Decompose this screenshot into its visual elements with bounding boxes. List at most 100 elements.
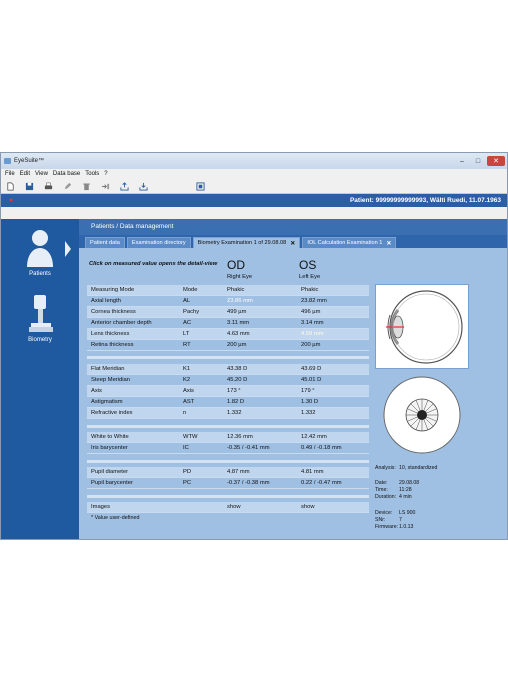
export-icon[interactable] [119, 181, 129, 191]
tab-patient-data[interactable]: Patient data [85, 237, 125, 248]
table-row[interactable]: Pupil diameter PD 4.87 mm 4.81 mm [87, 467, 369, 478]
minimize-button[interactable]: – [455, 156, 469, 166]
menu-file[interactable]: File [5, 171, 15, 177]
table-row[interactable]: Anterior chamber depth AC 3.11 mm 3.14 mm [87, 318, 369, 329]
menu-view[interactable]: View [35, 171, 48, 177]
od-value[interactable]: -0.35 / -0.41 mm [227, 445, 301, 451]
os-value[interactable]: 0.22 / -0.47 mm [301, 480, 369, 486]
menu-bar: File Edit View Data base Tools ? [1, 169, 507, 179]
edit-icon[interactable] [62, 181, 72, 191]
table-row[interactable]: Flat Meridian K1 43.38 D 43.69 D [87, 364, 369, 375]
od-title: OD [227, 258, 245, 272]
table-row[interactable]: Iris barycenter IC -0.35 / -0.41 mm 0.49 / … [87, 443, 369, 454]
menu-edit[interactable]: Edit [20, 171, 30, 177]
alert-icon[interactable]: ● [1, 197, 19, 204]
table-row[interactable]: Astigmatism AST 1.82 D 1.30 D [87, 397, 369, 408]
os-subtitle: Left Eye [299, 274, 321, 280]
table-row[interactable]: Steep Meridian K2 45.20 D 45.01 D [87, 375, 369, 386]
table-row[interactable]: Lens thickness LT 4.63 mm 4.59 mm [87, 329, 369, 340]
analysis-value: 10, standardized [399, 464, 438, 471]
od-value[interactable]: 200 µm [227, 342, 301, 348]
os-value[interactable]: 200 µm [301, 342, 369, 348]
os-value: Phakic [301, 287, 319, 293]
fullscreen-icon[interactable] [195, 181, 205, 191]
os-value[interactable]: 23.82 mm [301, 298, 369, 304]
sidebar-item-biometry[interactable]: Biometry [1, 293, 79, 343]
os-value[interactable]: 179 ° [301, 388, 369, 394]
od-value[interactable]: 4.87 mm [227, 469, 301, 475]
print-icon[interactable] [43, 181, 53, 191]
os-value[interactable]: 45.01 D [301, 377, 369, 383]
table-row[interactable]: Axial length AL 23.86 mm 23.82 mm [87, 296, 369, 307]
os-value[interactable]: 3.14 mm [301, 320, 369, 326]
od-value[interactable]: 43.38 D [227, 366, 301, 372]
od-value[interactable]: 12.36 mm [227, 434, 301, 440]
sidebar-item-patients[interactable]: Patients [1, 227, 79, 277]
new-document-icon[interactable] [5, 181, 15, 191]
save-icon[interactable] [24, 181, 34, 191]
transfer-icon[interactable] [100, 181, 110, 191]
close-window-button[interactable]: ✕ [487, 156, 505, 166]
time-value: 11:28 [399, 486, 412, 493]
od-value[interactable]: 23.86 mm [227, 298, 301, 304]
os-value[interactable]: 4.59 mm [301, 331, 369, 337]
table-row[interactable]: Axis Axis 173 ° 179 ° [87, 386, 369, 397]
import-icon[interactable] [138, 181, 148, 191]
od-value[interactable]: 3.11 mm [227, 320, 301, 326]
show-images-os-link[interactable]: show [301, 504, 369, 510]
menu-database[interactable]: Data base [53, 171, 80, 177]
row-mode: K1 [183, 366, 191, 372]
row-mode: Axis [183, 388, 194, 394]
os-value[interactable]: 12.42 mm [301, 434, 369, 440]
firmware-label: Firmware: [375, 523, 399, 530]
eye-cross-section-diagram[interactable] [375, 284, 469, 369]
table-row[interactable]: Pupil barycenter PC -0.37 / -0.38 mm 0.22 /… [87, 478, 369, 489]
pupil-view-diagram[interactable] [375, 375, 469, 455]
od-value[interactable]: 45.20 D [227, 377, 301, 383]
table-row[interactable]: Images show show [87, 502, 369, 513]
table-row[interactable]: Cornea thickness Pachy 499 µm 496 µm [87, 307, 369, 318]
tab-label: Biometry Examination 1 of 29.08.08 [197, 240, 287, 246]
os-value[interactable]: 1.30 D [301, 399, 369, 405]
device-info: Device: LS 900 SNr: 7 Firmware: 1.0.13 [375, 509, 415, 530]
os-value[interactable]: 496 µm [301, 309, 369, 315]
tab-biometry-examination[interactable]: Biometry Examination 1 of 29.08.08 ✕ [192, 237, 301, 248]
row-mode: IC [183, 445, 189, 451]
os-value[interactable]: 1.332 [301, 410, 369, 416]
row-mode: AST [183, 399, 195, 405]
od-value[interactable]: -0.37 / -0.38 mm [227, 480, 301, 486]
sidebar-label-patients: Patients [29, 271, 51, 277]
row-name: Measuring Mode [91, 287, 135, 293]
os-value[interactable]: 4.81 mm [301, 469, 369, 475]
app-icon [4, 158, 11, 164]
menu-help[interactable]: ? [104, 171, 107, 177]
firmware-value: 1.0.13 [399, 523, 414, 530]
time-label: Time: [375, 486, 388, 493]
row-mode: RT [183, 342, 191, 348]
row-mode: Pachy [183, 309, 200, 315]
row-mode: PD [183, 469, 192, 475]
maximize-button[interactable]: □ [471, 156, 485, 166]
os-value[interactable]: 43.69 D [301, 366, 369, 372]
analysis-label: Analysis: [375, 464, 396, 471]
toolbar [1, 179, 507, 194]
od-subtitle: Right Eye [227, 274, 253, 280]
os-value[interactable]: 0.49 / -0.18 mm [301, 445, 369, 451]
eye-front-view-icon [383, 376, 461, 454]
table-row[interactable]: White to White WTW 12.36 mm 12.42 mm [87, 432, 369, 443]
table-row[interactable]: Refractive index n 1.332 1.332 [87, 408, 369, 419]
od-value[interactable]: 499 µm [227, 309, 301, 315]
table-row[interactable]: Retina thickness RT 200 µm 200 µm [87, 340, 369, 351]
delete-icon[interactable] [81, 181, 91, 191]
show-images-od-link[interactable]: show [227, 504, 301, 510]
tab-iol-calculation[interactable]: IOL Calculation Examination 1 ✕ [302, 237, 397, 248]
menu-tools[interactable]: Tools [85, 171, 99, 177]
od-value[interactable]: 173 ° [227, 388, 301, 394]
tab-examination-directory[interactable]: Examination directory [126, 237, 191, 248]
od-value[interactable]: 1.82 D [227, 399, 301, 405]
od-value[interactable]: 1.332 [227, 410, 301, 416]
close-tab-icon[interactable]: ✕ [386, 240, 391, 247]
divider [87, 460, 369, 463]
od-value[interactable]: 4.63 mm [227, 331, 301, 337]
close-tab-icon[interactable]: ✕ [290, 240, 295, 247]
